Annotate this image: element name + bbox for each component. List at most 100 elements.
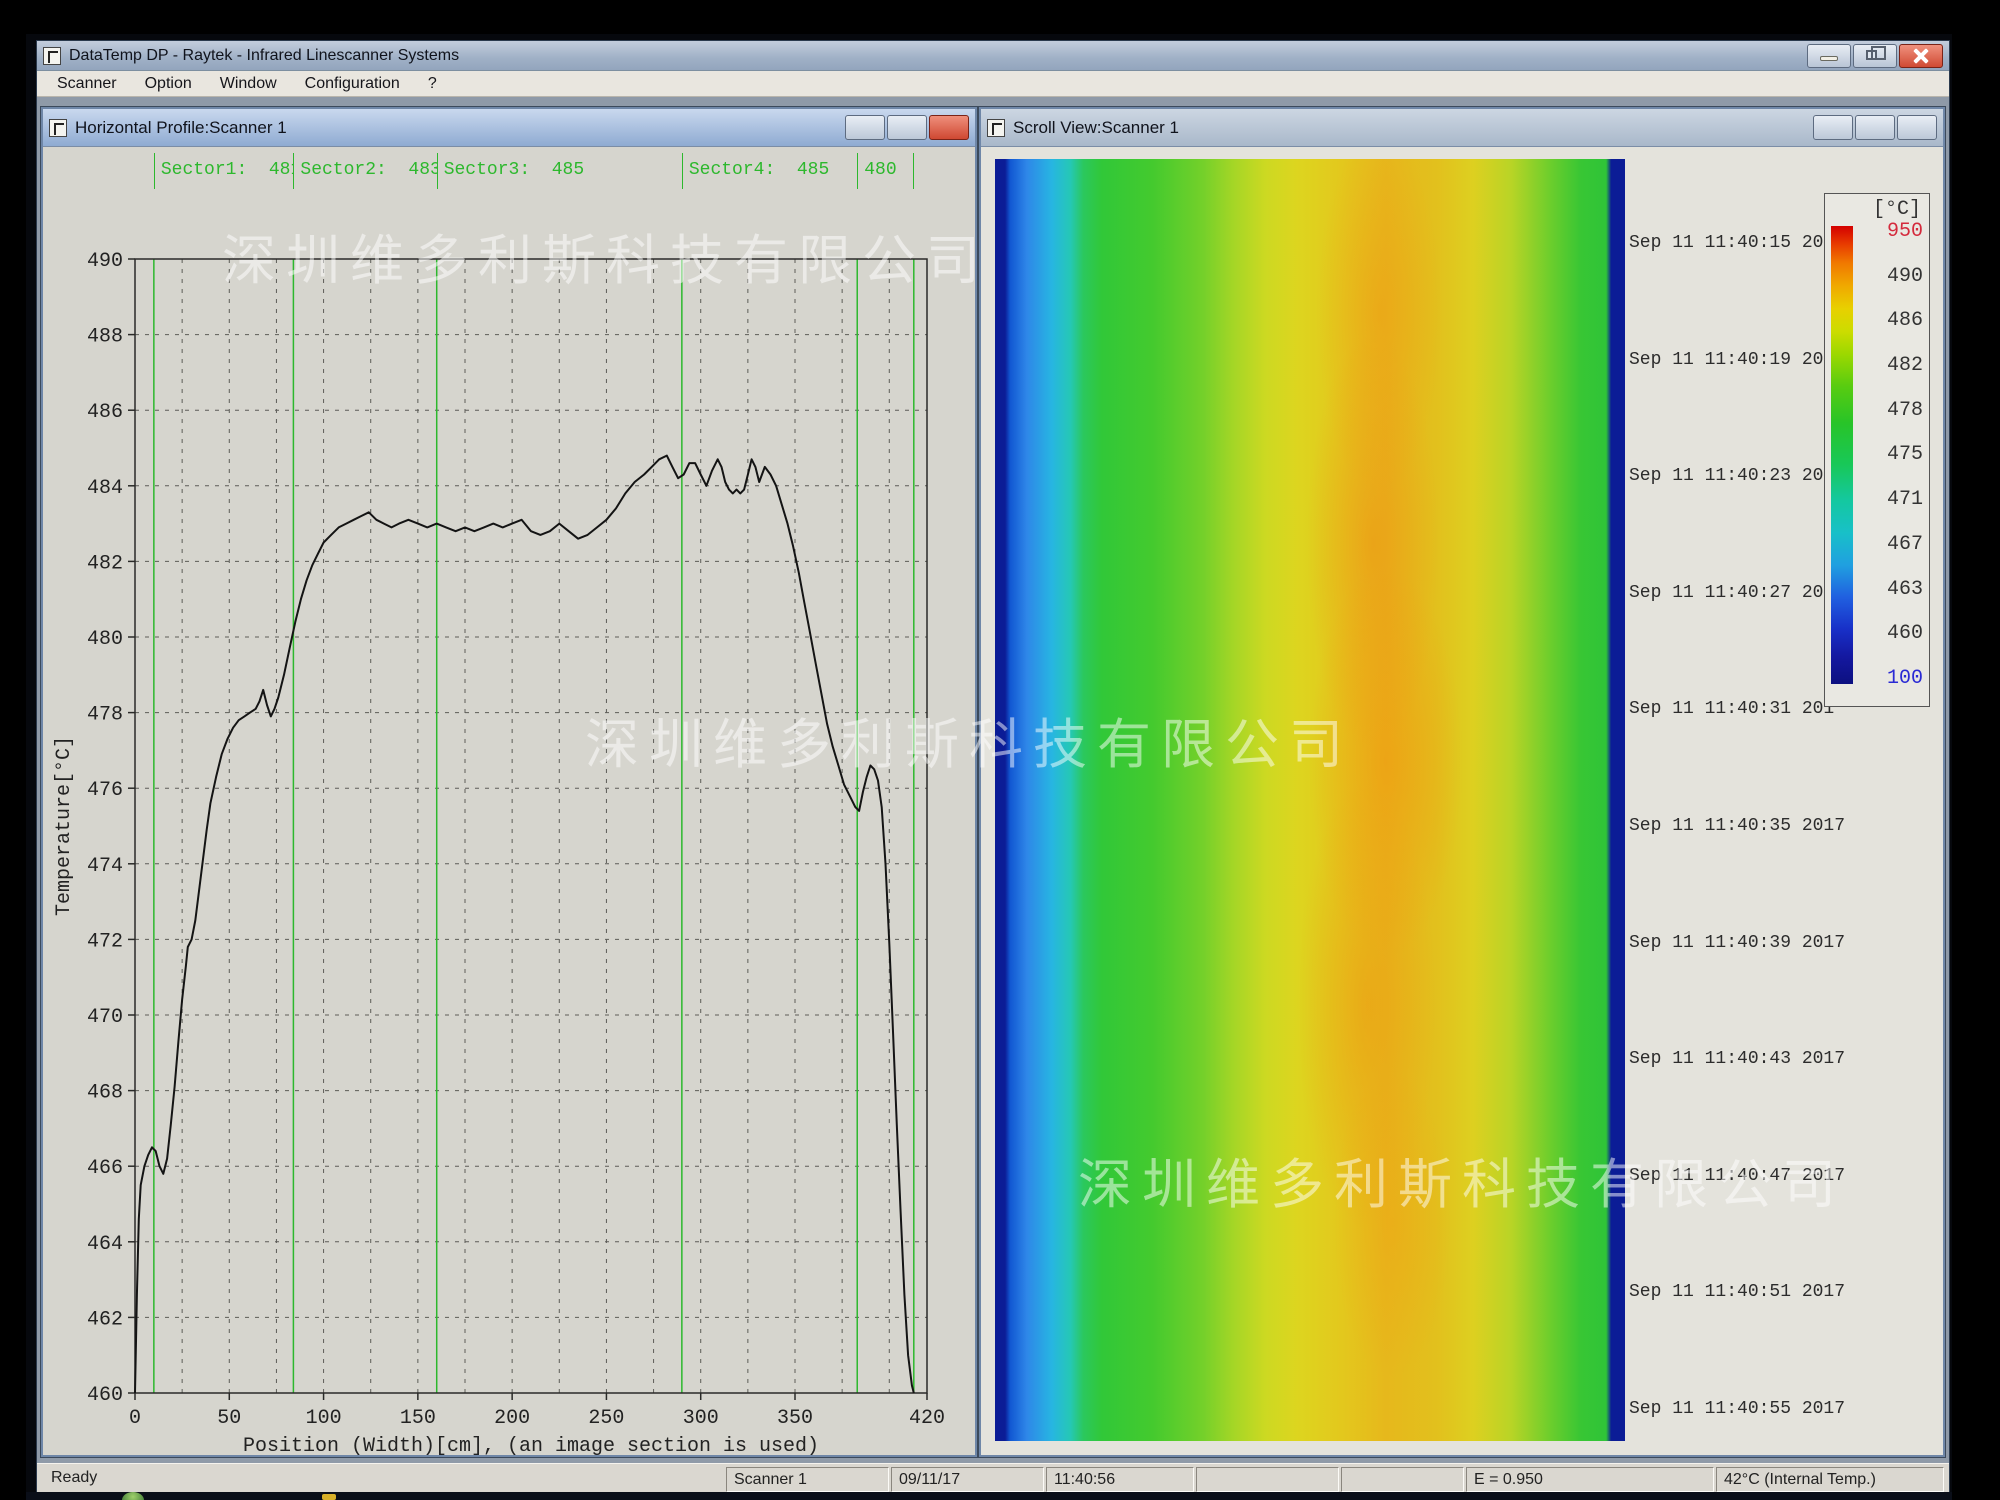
svg-text:150: 150 [400, 1407, 436, 1430]
sector-header-cell: Sector4: 485 [682, 153, 857, 189]
minimize-button[interactable] [1807, 44, 1851, 68]
scale-tick: 482 [1887, 354, 1923, 377]
svg-text:480: 480 [87, 628, 123, 651]
scroll-window-title: Scroll View:Scanner 1 [1013, 118, 1813, 138]
scale-tick: 490 [1887, 265, 1923, 288]
status-ready: Ready [51, 1469, 97, 1487]
mdi-area: Horizontal Profile:Scanner 1 Sector1: 48… [37, 97, 1949, 1463]
scale-tick: 475 [1887, 443, 1923, 466]
restore-icon [1866, 50, 1877, 60]
scale-tick: 460 [1887, 622, 1923, 645]
app-window: DataTemp DP - Raytek - Infrared Linescan… [36, 40, 1950, 1496]
scale-tick: 463 [1887, 578, 1923, 601]
status-pane-empty-2 [1341, 1467, 1464, 1492]
scale-min: 100 [1887, 667, 1923, 690]
svg-text:484: 484 [87, 477, 123, 500]
thermal-scan-image [995, 159, 1625, 1441]
temperature-color-scale: [°C] 950 490 486 482 478 475 471 467 463 [1824, 193, 1930, 707]
scroll-window-icon [987, 119, 1005, 137]
status-pane-empty-1 [1196, 1467, 1339, 1492]
svg-text:482: 482 [87, 552, 123, 575]
close-icon [1900, 45, 1942, 67]
scan-timestamp: Sep 11 11:40:51 2017 [1629, 1282, 1865, 1302]
sector-header-cell: 480 [857, 153, 914, 189]
scale-max: 950 [1887, 220, 1923, 243]
svg-text:470: 470 [87, 1006, 123, 1029]
color-scale-bar [1831, 226, 1853, 684]
status-internal-temp: 42°C (Internal Temp.) [1716, 1467, 1944, 1492]
scale-tick: 478 [1887, 399, 1923, 422]
svg-text:350: 350 [777, 1407, 813, 1430]
scale-tick: 471 [1887, 488, 1923, 511]
menu-scanner[interactable]: Scanner [43, 71, 131, 97]
menu-help[interactable]: ? [414, 71, 451, 97]
svg-text:476: 476 [87, 779, 123, 802]
profile-chart: 4904884864844824804784764744724704684664… [43, 147, 975, 1455]
svg-text:200: 200 [494, 1407, 530, 1430]
menu-configuration[interactable]: Configuration [291, 71, 414, 97]
status-time: 11:40:56 [1046, 1467, 1194, 1492]
scan-timestamp: Sep 11 11:40:55 2017 [1629, 1399, 1865, 1419]
status-emissivity: E = 0.950 [1466, 1467, 1714, 1492]
monitor-photo: DataTemp DP - Raytek - Infrared Linescan… [0, 0, 2000, 1500]
svg-text:460: 460 [87, 1384, 123, 1407]
taskbar[interactable] [26, 1492, 1952, 1500]
status-date: 09/11/17 [891, 1467, 1044, 1492]
scale-unit-label: [°C] [1873, 198, 1921, 221]
profile-window-titlebar[interactable]: Horizontal Profile:Scanner 1 [43, 109, 975, 147]
status-scanner: Scanner 1 [726, 1467, 889, 1492]
minimize-icon [1820, 56, 1838, 61]
svg-text:Temperature[°C]: Temperature[°C] [53, 736, 76, 916]
svg-text:0: 0 [129, 1407, 141, 1430]
scan-timestamp: Sep 11 11:40:39 2017 [1629, 933, 1865, 953]
statusbar: Ready Scanner 1 09/11/17 11:40:56 E = 0.… [37, 1463, 1949, 1495]
svg-text:250: 250 [588, 1407, 624, 1430]
profile-minimize-button[interactable] [845, 115, 885, 140]
svg-text:488: 488 [87, 326, 123, 349]
scan-timestamp: Sep 11 11:40:35 2017 [1629, 816, 1865, 836]
scale-tick: 486 [1887, 309, 1923, 332]
scroll-maximize-button[interactable] [1855, 115, 1895, 140]
svg-text:464: 464 [87, 1233, 123, 1256]
profile-window-title: Horizontal Profile:Scanner 1 [75, 118, 845, 138]
svg-text:462: 462 [87, 1308, 123, 1331]
menu-option[interactable]: Option [131, 71, 206, 97]
svg-text:466: 466 [87, 1157, 123, 1180]
scroll-window: Scroll View:Scanner 1 Sep 11 11:40:15 20… [979, 107, 1945, 1457]
app-title: DataTemp DP - Raytek - Infrared Linescan… [69, 47, 1807, 65]
profile-window-body: Sector1: 481Sector2: 483Sector3: 485Sect… [43, 147, 975, 1455]
sector-header-cell: Sector1: 481 [154, 153, 294, 189]
svg-text:474: 474 [87, 855, 123, 878]
scroll-close-button[interactable] [1897, 115, 1937, 140]
scroll-window-titlebar[interactable]: Scroll View:Scanner 1 [981, 109, 1943, 147]
svg-text:Position (Width)[cm], (an imag: Position (Width)[cm], (an image section … [243, 1435, 819, 1455]
svg-text:468: 468 [87, 1082, 123, 1105]
scale-tick: 467 [1887, 533, 1923, 556]
sector-header-cell: Sector3: 485 [437, 153, 682, 189]
app-icon [43, 47, 61, 65]
desktop-screen: DataTemp DP - Raytek - Infrared Linescan… [26, 34, 1952, 1500]
taskbar-app-icon[interactable] [322, 1494, 336, 1500]
svg-text:486: 486 [87, 401, 123, 424]
svg-text:420: 420 [909, 1407, 945, 1430]
profile-maximize-button[interactable] [887, 115, 927, 140]
scan-timestamp: Sep 11 11:40:43 2017 [1629, 1049, 1865, 1069]
scroll-minimize-button[interactable] [1813, 115, 1853, 140]
svg-text:50: 50 [217, 1407, 241, 1430]
svg-text:478: 478 [87, 704, 123, 727]
menu-window[interactable]: Window [206, 71, 291, 97]
svg-text:300: 300 [683, 1407, 719, 1430]
restore-button[interactable] [1853, 44, 1897, 68]
profile-window-icon [49, 119, 67, 137]
start-button[interactable] [122, 1492, 144, 1500]
close-button[interactable] [1899, 44, 1943, 68]
profile-close-button[interactable] [929, 115, 969, 140]
scroll-window-body: Sep 11 11:40:15 201 Sep 11 11:40:19 201 … [981, 147, 1943, 1455]
color-scale-labels: 950 490 486 482 478 475 471 467 463 460 … [1859, 220, 1923, 690]
svg-text:490: 490 [87, 250, 123, 273]
sector-header-cell: Sector2: 483 [293, 153, 436, 189]
svg-text:100: 100 [306, 1407, 342, 1430]
app-titlebar: DataTemp DP - Raytek - Infrared Linescan… [37, 41, 1949, 71]
profile-window: Horizontal Profile:Scanner 1 Sector1: 48… [41, 107, 977, 1457]
scan-timestamp: Sep 11 11:40:47 2017 [1629, 1166, 1865, 1186]
